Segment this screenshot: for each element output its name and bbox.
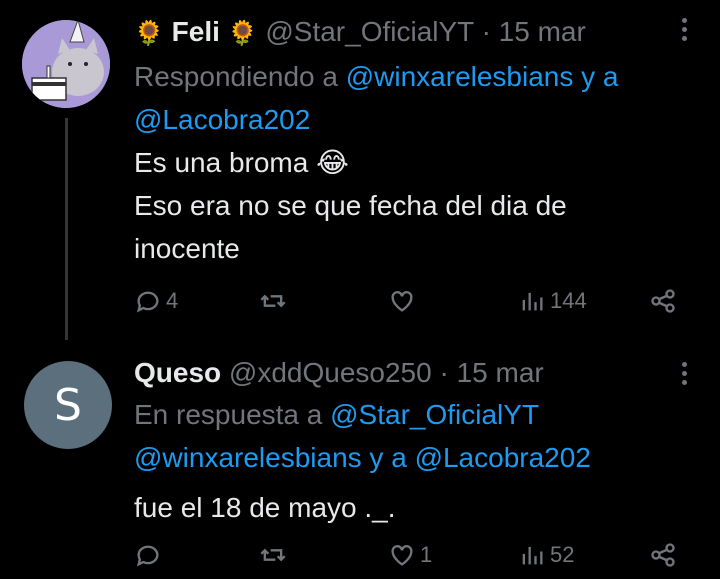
like-button[interactable]: 1 (388, 541, 432, 569)
more-icon[interactable] (682, 14, 694, 45)
tweet-header: 🌻 Feli 🌻 @Star_OficialYT · 15 mar (134, 15, 586, 51)
reply-conjunction: y a (581, 61, 619, 92)
mention-link[interactable]: @Lacobra202 (415, 442, 591, 473)
reply-icon (136, 291, 159, 313)
tweet-text: Es una broma 😂 Eso era no se que fecha d… (134, 141, 704, 270)
retweet-button[interactable] (259, 541, 287, 569)
separator-dot: · (481, 16, 491, 47)
display-name[interactable]: Feli (172, 16, 220, 47)
tweet-header: Queso @xddQueso250 · 15 mar (134, 356, 544, 390)
share-button[interactable] (649, 541, 677, 569)
tweet-text-line: Es una broma 😂 (134, 147, 349, 178)
pusheen-cake-avatar-image (22, 20, 110, 108)
avatar-feli[interactable] (22, 20, 110, 108)
reply-prefix: En respuesta a (134, 399, 323, 430)
mention-link[interactable]: @winxarelesbians (346, 61, 574, 92)
views-icon (522, 546, 543, 565)
reply-conjunction: y a (369, 442, 407, 473)
share-button[interactable] (649, 287, 677, 315)
share-icon (651, 543, 675, 567)
replying-to: Respondiendo a @winxarelesbians y a @Lac… (134, 55, 714, 141)
reply-button[interactable]: 4 (134, 287, 178, 315)
sunflower-icon: 🌻 (134, 20, 164, 47)
like-count: 1 (420, 542, 433, 567)
display-name[interactable]: Queso (134, 357, 221, 388)
tweet-feli[interactable]: 🌻 Feli 🌻 @Star_OficialYT · 15 mar Respon… (0, 0, 720, 340)
views-count: 144 (550, 288, 587, 313)
separator-dot: · (439, 357, 449, 388)
views-button[interactable]: 144 (518, 287, 587, 315)
views-count: 52 (550, 542, 575, 567)
like-button[interactable] (388, 287, 416, 315)
share-icon (651, 289, 675, 313)
avatar-letter: S (54, 379, 82, 431)
handle[interactable]: @xddQueso250 (229, 357, 432, 388)
retweet-icon (260, 548, 286, 562)
mention-link[interactable]: @winxarelesbians (134, 442, 362, 473)
retweet-icon (260, 294, 286, 308)
tweet-text-line: Eso era no se que fecha del dia de (134, 190, 567, 221)
mention-link[interactable]: @Star_OficialYT (330, 399, 539, 430)
like-icon (391, 545, 413, 566)
views-button[interactable]: 52 (518, 541, 574, 569)
views-icon (522, 292, 543, 311)
more-icon[interactable] (682, 358, 694, 389)
tweet-text-line: fue el 18 de mayo ._. (134, 492, 396, 523)
thread-connector-line (65, 118, 68, 340)
tweet-date[interactable]: 15 mar (457, 357, 544, 388)
reply-prefix: Respondiendo a (134, 61, 338, 92)
reply-button[interactable] (134, 541, 162, 569)
reply-icon (136, 545, 159, 567)
mention-link[interactable]: @Lacobra202 (134, 104, 310, 135)
tweet-text-line: inocente (134, 233, 240, 264)
replying-to: En respuesta a @Star_OficialYT @winxarel… (134, 393, 714, 479)
sunflower-icon: 🌻 (227, 20, 258, 47)
reply-count: 4 (166, 288, 179, 313)
like-icon (391, 291, 413, 312)
retweet-button[interactable] (259, 287, 287, 315)
handle[interactable]: @Star_OficialYT (265, 16, 473, 47)
tweet-date[interactable]: 15 mar (499, 16, 586, 47)
avatar-queso[interactable]: S (24, 361, 112, 449)
tweet-actions: 4 144 (134, 287, 689, 321)
tweet-text: fue el 18 de mayo ._. (134, 486, 704, 529)
tweet-actions: 1 52 (134, 541, 689, 575)
